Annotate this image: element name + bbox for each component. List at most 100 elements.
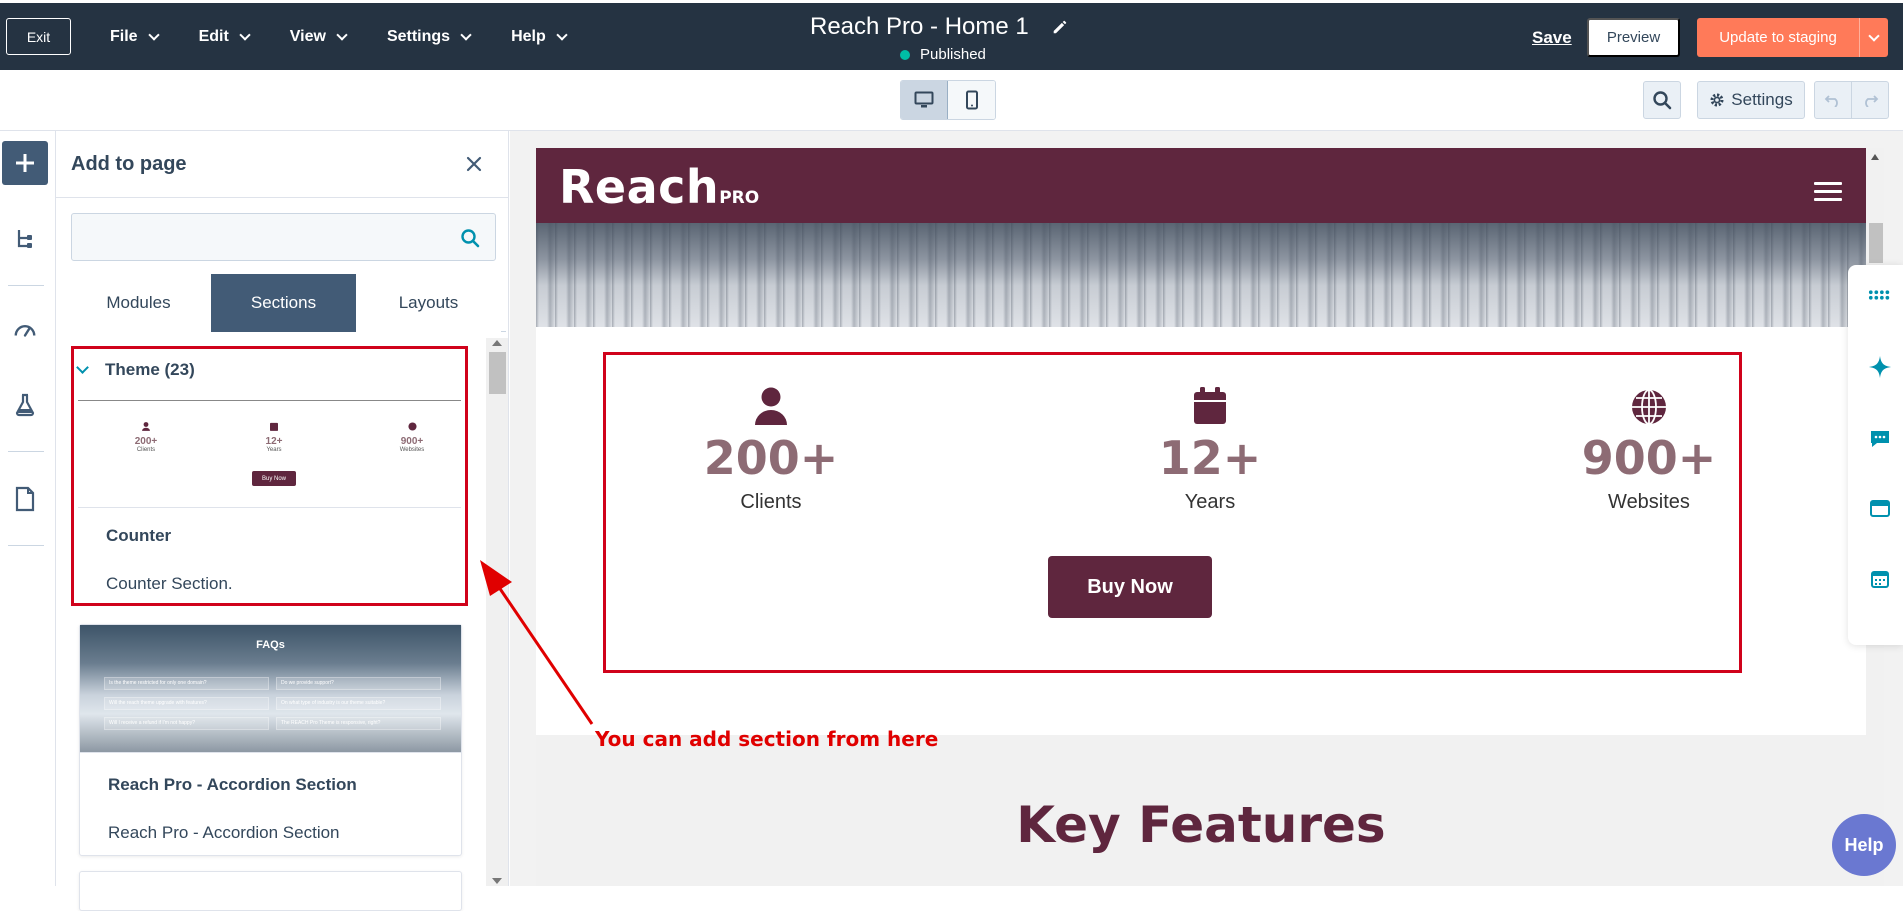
chevron-down-icon [1868,29,1880,42]
mini-counter-label: Years [266,447,282,453]
main-menu: File Edit View Settings Help [110,21,607,53]
optimize-button[interactable] [13,317,37,341]
mini-counter-label: Websites [399,447,425,453]
exit-button[interactable]: Exit [6,18,71,55]
theme-group-toggle[interactable]: Theme (23) [76,360,195,380]
publish-status: Published [900,46,986,63]
counter-clients: 200+ Clients [671,383,871,514]
page-title-group: Reach Pro - Home 1 [810,13,1069,41]
thumb-divider [78,400,461,401]
thumb-row: Will I receive a refund if I'm not happy… [104,717,269,730]
scroll-up-icon[interactable] [492,340,502,346]
mobile-view-button[interactable] [948,81,995,119]
preview-panel-button[interactable] [1868,497,1892,521]
add-button[interactable] [2,141,48,185]
mini-buy-button: Buy Now [252,471,296,486]
update-to-staging-button[interactable]: Update to staging [1697,18,1888,57]
search-icon[interactable] [460,228,480,248]
menu-help[interactable]: Help [511,21,568,53]
editor-toolbar: Settings [0,70,1903,131]
mini-counter: 200+ Clients [126,418,166,453]
calendar-icon [270,422,278,431]
save-button[interactable]: Save [1532,28,1572,48]
panel-title: Add to page [71,152,187,175]
menu-settings[interactable]: Settings [386,21,472,53]
device-toggle [900,80,996,120]
calendar-button[interactable] [1868,567,1892,591]
buy-now-button[interactable]: Buy Now [1048,556,1212,618]
scroll-thumb[interactable] [489,352,506,394]
page-button[interactable] [13,486,37,512]
pencil-icon[interactable] [1051,18,1069,36]
desktop-view-button[interactable] [901,81,948,119]
thumb-row: The REACH Pro Theme is responsive, right… [276,717,441,730]
mini-counter: 12+ Years [254,418,294,453]
tab-sections[interactable]: Sections [211,274,356,332]
search-button[interactable] [1643,81,1681,119]
menu-view[interactable]: View [289,21,348,53]
rail-divider [8,545,44,546]
scroll-down-icon[interactable] [492,878,502,884]
search-input[interactable] [72,214,495,260]
tree-icon [17,230,32,248]
scroll-thumb[interactable] [1869,223,1883,263]
close-icon[interactable] [464,154,484,174]
redo-button[interactable] [1852,82,1888,118]
thumb-row: Is the theme restricted for only one dom… [104,677,269,690]
chat-icon [1871,431,1889,447]
scroll-up-icon[interactable] [1871,154,1879,160]
counter-years: 12+ Years [1110,383,1310,514]
user-icon [671,383,871,425]
card-description: Counter Section. [106,574,233,593]
logo-text: Reach [559,160,720,214]
test-button[interactable] [13,393,37,417]
thumb-title: FAQs [256,639,285,651]
grid-icon [1868,290,1890,300]
section-card[interactable] [79,871,462,911]
search-icon [1653,91,1672,110]
counter-label: Years [1184,491,1236,513]
apps-grid-button[interactable] [1868,283,1892,307]
tab-modules[interactable]: Modules [66,274,211,332]
settings-label: Settings [1731,90,1793,109]
hamburger-menu-icon[interactable] [1814,182,1842,201]
hero-image[interactable] [536,223,1866,327]
card-name: Reach Pro - Accordion Section [108,775,357,794]
section-heading[interactable]: Key Features [536,796,1866,854]
page-canvas: ReachPRO 200+ Clients 12+ Years 900+ Web… [510,131,1903,886]
thumb-row: On what type of industry is our theme su… [276,697,441,710]
section-card-counter[interactable]: 200+ Clients 12+ Years 900+ Websites Buy… [78,396,461,606]
help-button[interactable]: Help [1832,814,1896,876]
settings-button[interactable]: Settings [1697,81,1805,119]
update-options-dropdown[interactable] [1859,18,1888,57]
comments-button[interactable] [1868,427,1892,451]
site-logo: ReachPRO [559,160,759,214]
left-icon-rail [0,131,56,886]
site-header[interactable]: ReachPRO [536,148,1866,223]
panel-header: Add to page [56,131,508,198]
ai-assistant-button[interactable] [1868,355,1892,379]
counter-section[interactable]: 200+ Clients 12+ Years 900+ Websites Buy… [536,327,1866,735]
menu-file[interactable]: File [110,21,160,53]
status-dot-icon [900,49,910,60]
mini-counter-value: 900+ [400,436,424,447]
flask-icon [15,393,35,417]
gear-icon [1710,93,1724,107]
menu-settings-label: Settings [386,28,451,45]
preview-button[interactable]: Preview [1587,18,1680,57]
chevron-down-icon [147,28,160,41]
menu-edit[interactable]: Edit [199,21,251,53]
tab-layouts[interactable]: Layouts [356,274,501,332]
page-preview: ReachPRO 200+ Clients 12+ Years 900+ Web… [536,148,1866,886]
top-bar: Exit File Edit View Settings Help Reach … [0,0,1903,70]
chevron-down-icon [336,28,348,41]
chevron-down-icon [460,28,472,41]
update-to-staging-label: Update to staging [1719,29,1837,46]
section-card-accordion[interactable]: FAQs Is the theme restricted for only on… [79,624,462,856]
page-title[interactable]: Reach Pro - Home 1 [810,13,1029,41]
user-icon [142,422,150,431]
calendar-icon [1110,383,1310,425]
layers-tree-button[interactable] [13,227,37,251]
undo-button[interactable] [1815,82,1852,118]
menu-view-label: View [289,28,326,45]
